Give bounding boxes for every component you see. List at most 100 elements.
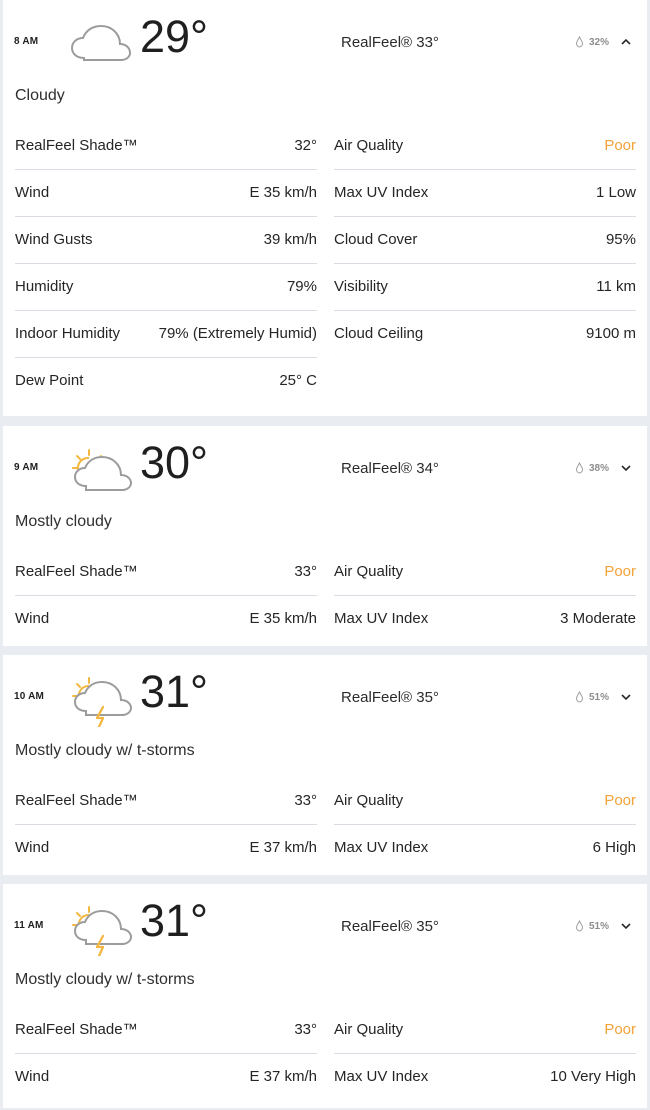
detail-value: 79% (Extremely Humid) — [158, 325, 317, 342]
condition-text: Mostly cloudy — [15, 513, 112, 530]
detail-value: 3 Moderate — [560, 610, 636, 627]
detail-row: Visibility 11 km — [334, 264, 636, 311]
condition-text: Mostly cloudy w/ t-storms — [15, 971, 195, 988]
detail-row: Wind E 37 km/h — [15, 825, 317, 872]
detail-value: 11 km — [596, 278, 636, 295]
hour-card-10am[interactable]: 10 AM 31° RealFeel® 35° 51% Mostly cloud… — [3, 655, 647, 875]
detail-label: Humidity — [15, 278, 74, 295]
chevron-up-icon[interactable] — [620, 36, 632, 48]
details-right-column: Air Quality Poor Max UV Index 6 High — [334, 778, 636, 872]
chevron-down-icon[interactable] — [620, 920, 632, 932]
detail-row: Wind E 35 km/h — [15, 170, 317, 217]
detail-value: 95% — [605, 231, 636, 248]
precipitation-chance: 51% — [575, 920, 609, 932]
air-quality-value: Poor — [604, 1021, 636, 1038]
detail-label: Wind — [15, 610, 50, 627]
thunderstorm-sun-cloud-icon — [72, 677, 133, 727]
detail-row: Wind E 37 km/h — [15, 1054, 317, 1101]
detail-label: RealFeel Shade™ — [15, 563, 138, 580]
precipitation-chance: 38% — [575, 462, 609, 474]
detail-row: Cloud Cover 95% — [334, 217, 636, 264]
detail-value: 33° — [294, 792, 317, 809]
raindrop-icon — [575, 462, 583, 474]
details-left-column: RealFeel Shade™ 33° Wind E 37 km/h — [15, 778, 317, 872]
detail-label: Indoor Humidity — [15, 325, 121, 342]
hour-time: 8 AM — [14, 36, 39, 47]
detail-row: Max UV Index 6 High — [334, 825, 636, 872]
precipitation-chance: 51% — [575, 691, 609, 703]
detail-row: Max UV Index 10 Very High — [334, 1054, 636, 1101]
realfeel-label: RealFeel® 35° — [341, 918, 439, 935]
precipitation-value: 51% — [588, 691, 609, 703]
detail-label: Wind — [15, 839, 50, 856]
hour-time: 11 AM — [14, 920, 44, 931]
raindrop-icon — [575, 36, 583, 48]
detail-label: RealFeel Shade™ — [15, 1021, 138, 1038]
detail-row: RealFeel Shade™ 33° — [15, 1007, 317, 1054]
condition-text: Mostly cloudy w/ t-storms — [15, 742, 195, 759]
detail-value: 1 Low — [595, 184, 636, 201]
air-quality-value: Poor — [604, 563, 636, 580]
detail-value: E 35 km/h — [249, 610, 317, 627]
detail-label: Max UV Index — [334, 610, 429, 627]
detail-row: Dew Point 25° C — [15, 358, 317, 405]
hour-time: 9 AM — [14, 462, 39, 473]
hour-card-11am[interactable]: 11 AM 31° RealFeel® 35° 51% Mostly cloud… — [3, 884, 647, 1108]
detail-label: RealFeel Shade™ — [15, 137, 138, 154]
realfeel-label: RealFeel® 35° — [341, 689, 439, 706]
detail-row: Air Quality Poor — [334, 1007, 636, 1054]
temperature: 31° — [140, 666, 209, 717]
realfeel-label: RealFeel® 34° — [341, 460, 439, 477]
detail-value: 79% — [286, 278, 317, 295]
detail-value: 33° — [294, 1021, 317, 1038]
detail-row: Wind Gusts 39 km/h — [15, 217, 317, 264]
raindrop-icon — [575, 920, 583, 932]
detail-label: Cloud Cover — [334, 231, 418, 248]
hour-card-8am[interactable]: 8 AM 29° RealFeel® 33° 32% Cloudy RealFe… — [3, 0, 647, 416]
detail-value: 9100 m — [585, 325, 636, 342]
details-grid: RealFeel Shade™ 32° Wind E 35 km/h Wind … — [15, 123, 637, 407]
hour-header-11am[interactable]: 11 AM 31° RealFeel® 35° 51% — [3, 884, 647, 968]
detail-label: Max UV Index — [334, 839, 429, 856]
detail-row: Indoor Humidity 79% (Extremely Humid) — [15, 311, 317, 358]
detail-label: Air Quality — [334, 137, 404, 154]
thunderstorm-sun-cloud-icon — [72, 906, 133, 956]
detail-value: 33° — [294, 563, 317, 580]
partly-sunny-cloud-icon — [72, 449, 133, 491]
hour-header-8am[interactable]: 8 AM 29° RealFeel® 33° 32% — [3, 0, 647, 84]
detail-label: Wind — [15, 184, 50, 201]
precipitation-value: 32% — [588, 36, 609, 48]
precipitation-value: 38% — [588, 462, 609, 474]
detail-row: RealFeel Shade™ 32° — [15, 123, 317, 170]
hour-header-10am[interactable]: 10 AM 31° RealFeel® 35° 51% — [3, 655, 647, 739]
temperature: 29° — [140, 11, 209, 62]
detail-label: Dew Point — [15, 372, 84, 389]
details-left-column: RealFeel Shade™ 33° Wind E 35 km/h — [15, 549, 317, 643]
hour-card-9am[interactable]: 9 AM 30° RealFeel® 34° 38% Mostly cloudy — [3, 426, 647, 646]
details-grid: RealFeel Shade™ 33° Wind E 37 km/h Air Q… — [15, 778, 637, 872]
detail-row: Air Quality Poor — [334, 123, 636, 170]
detail-label: Air Quality — [334, 792, 404, 809]
details-left-column: RealFeel Shade™ 32° Wind E 35 km/h Wind … — [15, 123, 317, 405]
chevron-down-icon[interactable] — [620, 462, 632, 474]
details-right-column: Air Quality Poor Max UV Index 1 Low Clou… — [334, 123, 636, 358]
details-grid: RealFeel Shade™ 33° Wind E 37 km/h Air Q… — [15, 1007, 637, 1101]
detail-label: Visibility — [334, 278, 388, 295]
detail-row: Humidity 79% — [15, 264, 317, 311]
detail-value: 39 km/h — [263, 231, 317, 248]
detail-row: Max UV Index 3 Moderate — [334, 596, 636, 643]
air-quality-value: Poor — [604, 137, 636, 154]
detail-value: 10 Very High — [550, 1068, 636, 1085]
detail-label: Air Quality — [334, 563, 404, 580]
realfeel-label: RealFeel® 33° — [341, 34, 439, 51]
detail-label: Max UV Index — [334, 1068, 429, 1085]
air-quality-value: Poor — [604, 792, 636, 809]
cloud-icon — [70, 24, 132, 61]
hour-header-9am[interactable]: 9 AM 30° RealFeel® 34° 38% — [3, 426, 647, 510]
details-left-column: RealFeel Shade™ 33° Wind E 37 km/h — [15, 1007, 317, 1101]
detail-row: Air Quality Poor — [334, 778, 636, 825]
detail-label: Air Quality — [334, 1021, 404, 1038]
detail-value: E 37 km/h — [249, 1068, 317, 1085]
chevron-down-icon[interactable] — [620, 691, 632, 703]
precipitation-value: 51% — [588, 920, 609, 932]
